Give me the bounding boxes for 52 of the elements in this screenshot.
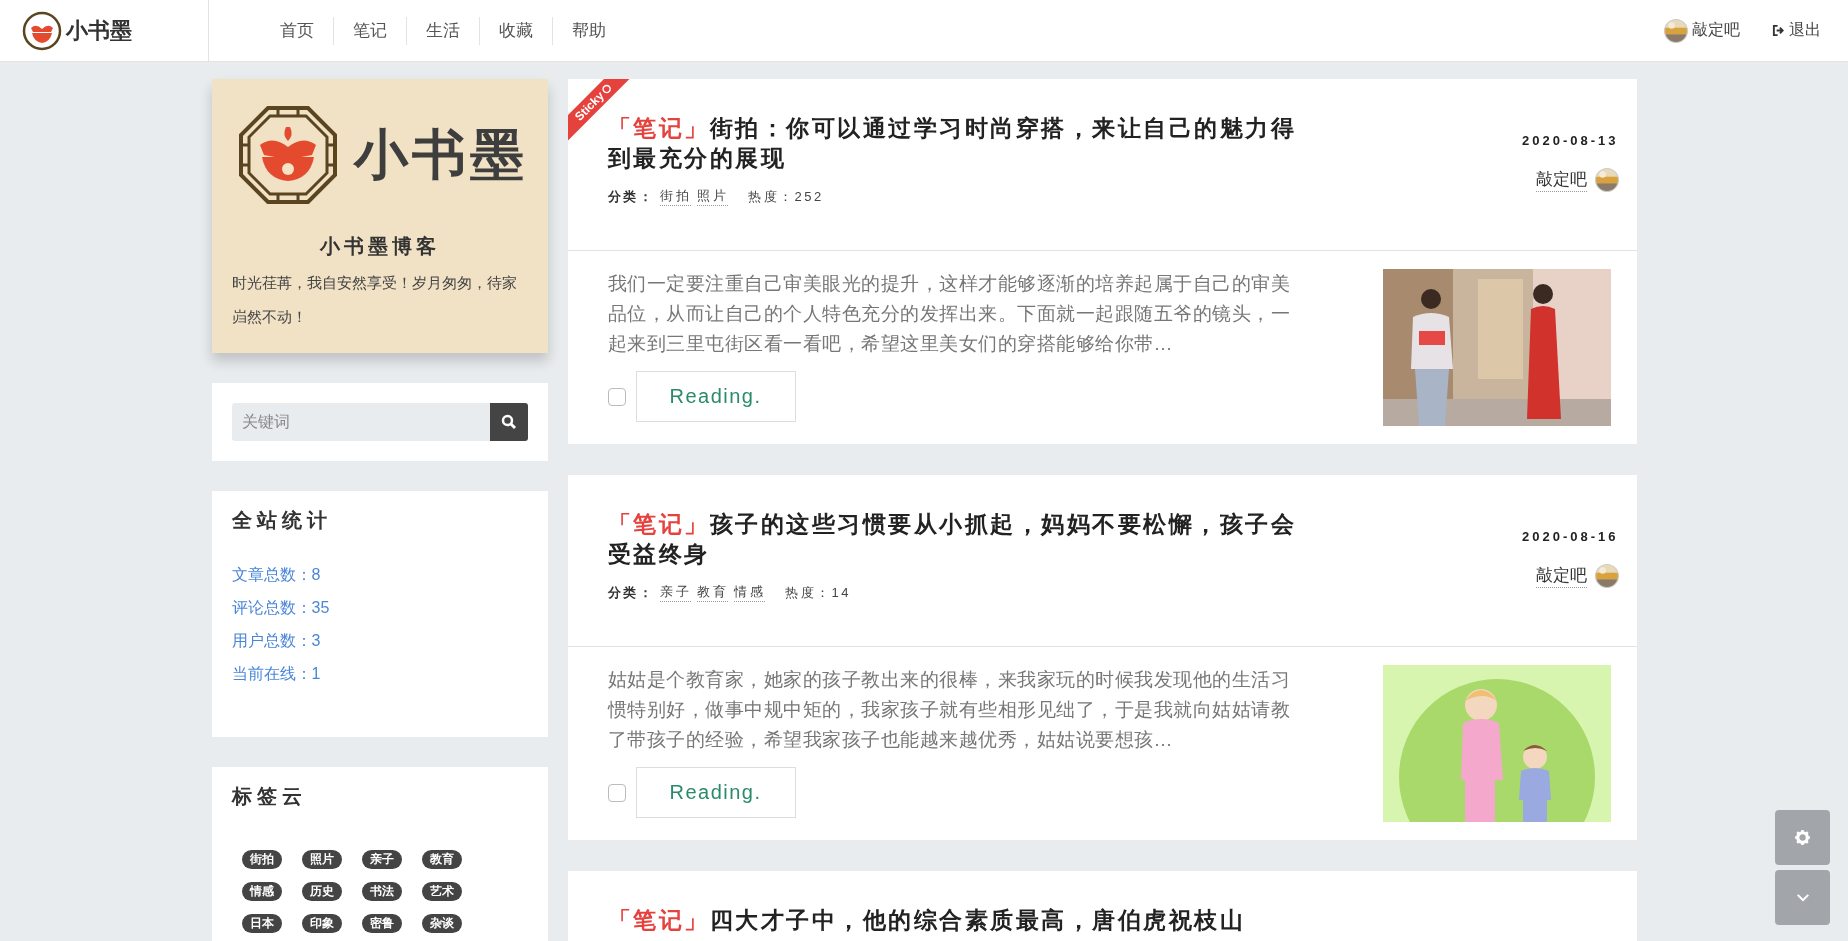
post-excerpt: 我们一定要注重自己审美眼光的提升，这样才能够逐渐的培养起属于自己的审美品位，从而让自己的个人特色充分的发挥出来。下面就一起跟随五爷的镜头，一起来到三里屯街区看一看吧，希望这里美女们的穿搭能够给你带… (607, 272, 1291, 356)
category-link[interactable]: 照片 (697, 187, 728, 206)
post-date: 2020-08-13 (1522, 133, 1619, 148)
search-field[interactable]: 关键词 (231, 403, 490, 441)
author-link[interactable]: 敲定吧 (1535, 168, 1587, 192)
user-name[interactable]: 敲定吧 (1692, 20, 1740, 41)
post-date: 2020-08-16 (1522, 529, 1619, 544)
logo-text: 小书墨 (353, 120, 528, 188)
tag-pill[interactable]: 教育 (421, 850, 462, 869)
stat-link[interactable]: 文章总数：8 (231, 566, 321, 583)
category-link[interactable]: 情感 (734, 583, 765, 602)
read-more-button[interactable]: Reading. (635, 767, 796, 818)
meta-label: 分类： (607, 187, 654, 206)
stat-link[interactable]: 评论总数：35 (231, 599, 330, 616)
user-link[interactable]: 敲定吧 (1664, 18, 1740, 43)
post-excerpt: 姑姑是个教育家，她家的孩子教出来的很棒，来我家玩的时候我发现他的生活习惯特别好，做事中规中矩的，我家孩子就有些相形见绌了，于是我就向姑姑请教了带孩子的经验，希望我家孩子也能越来越优秀，姑姑说要想孩… (607, 668, 1291, 752)
read-more-button[interactable]: Reading. (635, 371, 796, 422)
tag-pill[interactable]: 亲子 (361, 850, 402, 869)
logout-text[interactable]: 退出 (1789, 20, 1821, 41)
post-title-link[interactable]: 「笔记」四大才子中，他的综合素质最高，唐伯虎祝枝山 (607, 905, 1308, 935)
view-count: 热度：252 (748, 187, 824, 206)
nav-link[interactable]: 笔记 (333, 16, 406, 45)
tag-pill[interactable]: 街拍 (241, 850, 282, 869)
blog-motto: 时光荏苒，我自安然享受！岁月匆匆，待家岿然不动！ (231, 273, 518, 327)
stat-link[interactable]: 用户总数：3 (231, 632, 321, 649)
nav-link[interactable]: 首页 (261, 16, 333, 45)
author-link[interactable]: 敲定吧 (1535, 564, 1587, 588)
tag-pill[interactable]: 杂谈 (421, 914, 462, 933)
nav-link[interactable]: 帮助 (552, 16, 625, 45)
logout-link[interactable]: 退出 (1772, 20, 1821, 41)
blog-title: 小书墨博客 (318, 234, 441, 259)
tag-pill[interactable]: 艺术 (421, 882, 462, 901)
tag-pill[interactable]: 情感 (241, 882, 282, 901)
stat-link[interactable]: 当前在线：1 (231, 665, 321, 682)
post-title-link[interactable]: 「笔记」街拍：你可以通过学习时尚穿搭，来让自己的魅力得到最充分的展现 (607, 113, 1308, 173)
tag-pill[interactable]: 历史 (301, 882, 342, 901)
meta-label: 分类： (607, 583, 654, 602)
tag-pill[interactable]: 照片 (301, 850, 342, 869)
category-link[interactable]: 街拍 (660, 187, 691, 206)
view-count: 热度：14 (785, 583, 851, 602)
widget-title: 标签云 (231, 784, 308, 809)
category-link[interactable]: 亲子 (660, 583, 691, 602)
widget-title: 全站统计 (231, 508, 333, 533)
tag-pill[interactable]: 印象 (301, 914, 342, 933)
nav-link[interactable]: 收藏 (479, 16, 552, 45)
logo-text[interactable]: 小书墨 (66, 15, 132, 46)
post-title-link[interactable]: 「笔记」孩子的这些习惯要从小抓起，妈妈不要松懈，孩子会受益终身 (607, 509, 1308, 569)
tag-pill[interactable]: 密鲁 (361, 914, 402, 933)
nav-link[interactable]: 生活 (406, 16, 479, 45)
category-link[interactable]: 教育 (697, 583, 728, 602)
tag-pill[interactable]: 书法 (361, 882, 402, 901)
tag-pill[interactable]: 日本 (241, 914, 282, 933)
